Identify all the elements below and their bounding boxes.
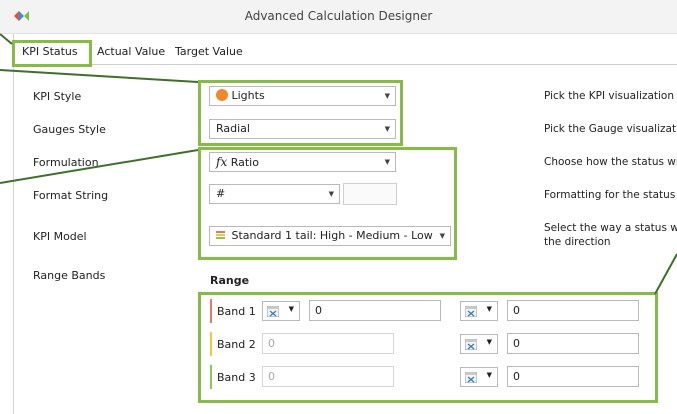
- designer-panel: KPI Status Actual Value Target Value KPI…: [13, 34, 677, 414]
- chevron-down-icon: ▼: [486, 305, 492, 313]
- gauges-style-select[interactable]: Radial ▼: [209, 119, 396, 139]
- kpi-model-value: Standard 1 tail: High - Medium - Low: [231, 229, 433, 242]
- formulation-desc: Choose how the status wi: [544, 156, 677, 168]
- range-bands-label: Range Bands: [33, 269, 106, 282]
- formulation-select[interactable]: fx Ratio ▼: [209, 152, 396, 172]
- chevron-down-icon: ▼: [439, 232, 445, 240]
- chevron-down-icon: ▼: [384, 125, 390, 133]
- formula-icon: [465, 339, 477, 350]
- kpi-model-desc-line2: the direction: [544, 236, 611, 248]
- window-title: Advanced Calculation Designer: [244, 9, 433, 23]
- gauges-style-desc: Pick the Gauge visualizati: [544, 123, 677, 135]
- kpi-style-value: Lights: [231, 89, 265, 102]
- band-1-color-bar: [210, 299, 212, 323]
- tab-target-value[interactable]: Target Value: [175, 45, 243, 58]
- gauges-style-value: Radial: [216, 122, 250, 135]
- band-3-low-input: 0: [262, 366, 394, 387]
- chevron-down-icon: ▼: [288, 305, 294, 313]
- range-header: Range: [210, 274, 250, 287]
- fx-icon: fx: [216, 155, 228, 169]
- format-string-value: #: [216, 187, 226, 200]
- band-1-label: Band 1: [217, 305, 256, 318]
- title-bar: Advanced Calculation Designer: [0, 0, 677, 34]
- chevron-down-icon: ▼: [486, 371, 492, 379]
- formulation-value: Ratio: [230, 156, 259, 169]
- chevron-down-icon: ▼: [328, 190, 334, 198]
- band-2-high-input[interactable]: 0: [507, 333, 639, 354]
- band-2-low-input: 0: [262, 333, 394, 354]
- formulation-label: Formulation: [33, 156, 99, 169]
- lights-circle-icon: [216, 89, 228, 101]
- band-1-low-input[interactable]: 0: [309, 300, 441, 321]
- chevron-down-icon: ▼: [486, 338, 492, 346]
- band-3-color-bar: [210, 365, 212, 389]
- format-string-select[interactable]: # ▼: [209, 184, 340, 204]
- format-string-label: Format String: [33, 189, 109, 202]
- chevron-down-icon: ▼: [384, 158, 390, 166]
- band-2-color-bar: [210, 332, 212, 356]
- formula-icon: [465, 306, 477, 317]
- band-1-high-formula-button[interactable]: ▼: [460, 301, 498, 321]
- kpi-model-label: KPI Model: [33, 230, 87, 243]
- kpi-style-label: KPI Style: [33, 90, 82, 103]
- chevron-down-icon: ▼: [384, 92, 390, 100]
- formula-icon: [267, 306, 279, 317]
- band-2-label: Band 2: [217, 338, 256, 351]
- kpi-style-desc: Pick the KPI visualization: [544, 90, 675, 102]
- tab-kpi-status[interactable]: KPI Status: [22, 45, 78, 58]
- gauges-style-label: Gauges Style: [33, 123, 106, 136]
- band-2-high-formula-button[interactable]: ▼: [460, 334, 498, 354]
- kpi-model-select[interactable]: Standard 1 tail: High - Medium - Low ▼: [209, 226, 451, 246]
- kpi-style-select[interactable]: Lights ▼: [209, 86, 396, 106]
- list-icon: [216, 231, 225, 239]
- band-3-label: Band 3: [217, 371, 256, 384]
- formula-icon: [465, 372, 477, 383]
- tab-strip: KPI Status Actual Value Target Value: [14, 42, 677, 65]
- band-1-high-input[interactable]: 0: [507, 300, 639, 321]
- band-3-high-formula-button[interactable]: ▼: [460, 367, 498, 387]
- band-3-high-input[interactable]: 0: [507, 366, 639, 387]
- band-1-low-formula-button[interactable]: ▼: [262, 301, 300, 321]
- format-string-desc: Formatting for the status: [544, 189, 676, 201]
- kpi-model-desc-line1: Select the way a status w: [544, 222, 677, 234]
- format-preview-box: [343, 183, 397, 205]
- tab-actual-value[interactable]: Actual Value: [97, 45, 165, 58]
